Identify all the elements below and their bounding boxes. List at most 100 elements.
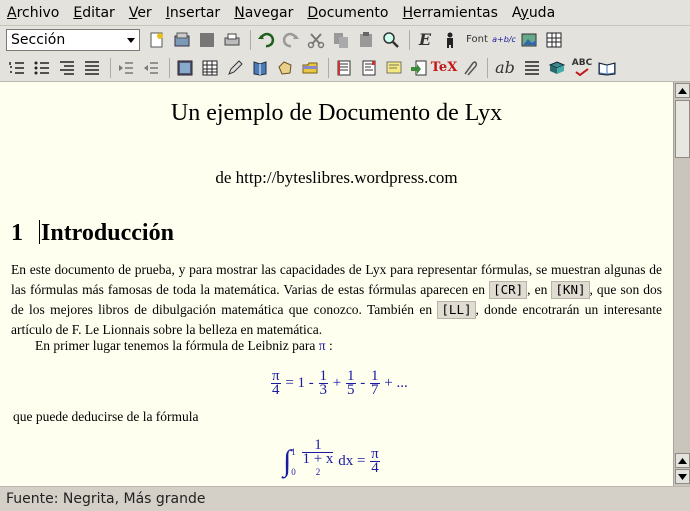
description-list-icon: [60, 60, 74, 75]
insert-file-button[interactable]: [408, 57, 430, 79]
integral-sign: ∫: [283, 444, 292, 478]
integral-formula[interactable]: ∫ 1 0 11 + x2 dx = π4: [283, 438, 381, 484]
cut-button[interactable]: [305, 29, 327, 51]
emphasis-button[interactable]: E: [414, 29, 436, 51]
font-icon: Font: [466, 34, 488, 45]
print-button[interactable]: [221, 29, 243, 51]
checkmark-icon: [575, 68, 589, 76]
toolbar-separator: [169, 57, 170, 78]
paragraph-style-select[interactable]: Sección: [6, 29, 140, 51]
image-icon: [521, 33, 537, 47]
insert-url-button[interactable]: [458, 57, 480, 79]
insert-marginal-button[interactable]: [299, 57, 321, 79]
text-style-button[interactable]: [333, 57, 355, 79]
menu-archivo[interactable]: Archivo: [0, 0, 66, 26]
menu-bar: Archivo Editar Ver Insertar Navegar Docu…: [0, 0, 690, 26]
align-button[interactable]: [521, 57, 543, 79]
text-cursor: [39, 220, 40, 244]
list-icon: [85, 60, 99, 75]
paragraph-icon: [362, 60, 376, 75]
open-button[interactable]: [171, 29, 193, 51]
noun-button[interactable]: [439, 29, 461, 51]
table-float-icon: [202, 60, 218, 75]
copy-button[interactable]: [330, 29, 352, 51]
paperclip-icon: [464, 60, 478, 75]
citation-kn[interactable]: [KN]: [551, 281, 590, 299]
arrow-up-icon: [678, 87, 687, 94]
undo-icon: [258, 32, 275, 48]
body-paragraph-2: En primer lugar tenemos la fórmula de Le…: [35, 338, 333, 353]
arrow-up-icon: [678, 457, 687, 464]
menu-ayuda[interactable]: Ayuda: [505, 0, 562, 26]
text-document-icon: [337, 60, 351, 75]
menu-navegar[interactable]: Navegar: [227, 0, 300, 26]
toc-button[interactable]: [546, 57, 568, 79]
person-icon: [447, 32, 453, 48]
outdent-icon: [144, 61, 158, 74]
secondary-toolbar: TeX ab ABC: [0, 54, 690, 82]
open-book-button[interactable]: [596, 57, 618, 79]
spellcheck-button[interactable]: ABC: [571, 57, 593, 79]
scroll-up-button[interactable]: [675, 83, 690, 98]
scrollbar-thumb[interactable]: [675, 100, 690, 158]
book-icon: [548, 60, 566, 74]
undo-button[interactable]: [255, 29, 277, 51]
vertical-scrollbar[interactable]: [673, 82, 690, 486]
insert-note-button[interactable]: [224, 57, 246, 79]
insert-table-button[interactable]: [543, 29, 565, 51]
leibniz-formula[interactable]: π4 = 1 - 13 + 15 - 17 + ...: [270, 369, 408, 398]
character-style-button[interactable]: ab: [492, 57, 518, 79]
insert-graphics-button[interactable]: [518, 29, 540, 51]
chevron-down-icon: [127, 37, 135, 43]
find-button[interactable]: [380, 29, 402, 51]
open-book-icon: [598, 61, 616, 76]
document-title: Un ejemplo de Documento de Lyx: [170, 100, 503, 126]
body-paragraph-1: En este documento de prueba, y para most…: [11, 262, 663, 337]
menu-herramientas[interactable]: Herramientas: [396, 0, 505, 26]
toolbar-separator: [328, 57, 329, 78]
insert-footnote-button[interactable]: [274, 57, 296, 79]
bullet-list-icon: [34, 61, 49, 74]
spellcheck-icon: ABC: [571, 58, 593, 68]
copy-icon: [334, 33, 348, 48]
menu-ver[interactable]: Ver: [122, 0, 159, 26]
find-icon: [383, 32, 399, 48]
save-button[interactable]: [196, 29, 218, 51]
save-icon: [200, 33, 214, 47]
paragraph-settings-button[interactable]: [358, 57, 380, 79]
text-style-icon: ab: [495, 57, 515, 77]
description-list-button[interactable]: [56, 57, 78, 79]
menu-insertar[interactable]: Insertar: [159, 0, 228, 26]
paragraph-style-value: Sección: [11, 32, 66, 48]
insert-table-float-button[interactable]: [199, 57, 221, 79]
scroll-down-button[interactable]: [675, 469, 690, 484]
new-document-button[interactable]: [146, 29, 168, 51]
inline-math-pi[interactable]: π: [319, 338, 326, 353]
insert-comment-button[interactable]: [383, 57, 405, 79]
insert-reference-button[interactable]: [249, 57, 271, 79]
bookmark-icon: [253, 60, 267, 76]
scroll-up-button-lower[interactable]: [675, 453, 690, 468]
math-button[interactable]: a+b/c: [492, 29, 516, 51]
outdent-button[interactable]: [140, 57, 162, 79]
menu-documento[interactable]: Documento: [300, 0, 395, 26]
document-author: de http://byteslibres.wordpress.com: [215, 168, 458, 187]
document-area[interactable]: Un ejemplo de Documento de Lyx de http:/…: [0, 82, 673, 486]
list-item-button[interactable]: [81, 57, 103, 79]
numbered-list-button[interactable]: [6, 57, 28, 79]
insert-figure-button[interactable]: [174, 57, 196, 79]
menu-editar[interactable]: Editar: [66, 0, 121, 26]
scissors-icon: [307, 33, 325, 49]
math-fraction-icon: a+b/c: [492, 35, 516, 44]
align-icon: [525, 60, 539, 75]
bullet-list-button[interactable]: [31, 57, 53, 79]
indent-button[interactable]: [115, 57, 137, 79]
tex-button[interactable]: TeX: [431, 57, 458, 79]
citation-ll[interactable]: [LL]: [437, 301, 476, 319]
emphasis-icon: E: [418, 30, 432, 49]
paste-button[interactable]: [355, 29, 377, 51]
citation-cr[interactable]: [CR]: [489, 281, 528, 299]
redo-button[interactable]: [280, 29, 302, 51]
arrow-down-icon: [678, 473, 687, 480]
font-button[interactable]: Font: [464, 29, 490, 51]
